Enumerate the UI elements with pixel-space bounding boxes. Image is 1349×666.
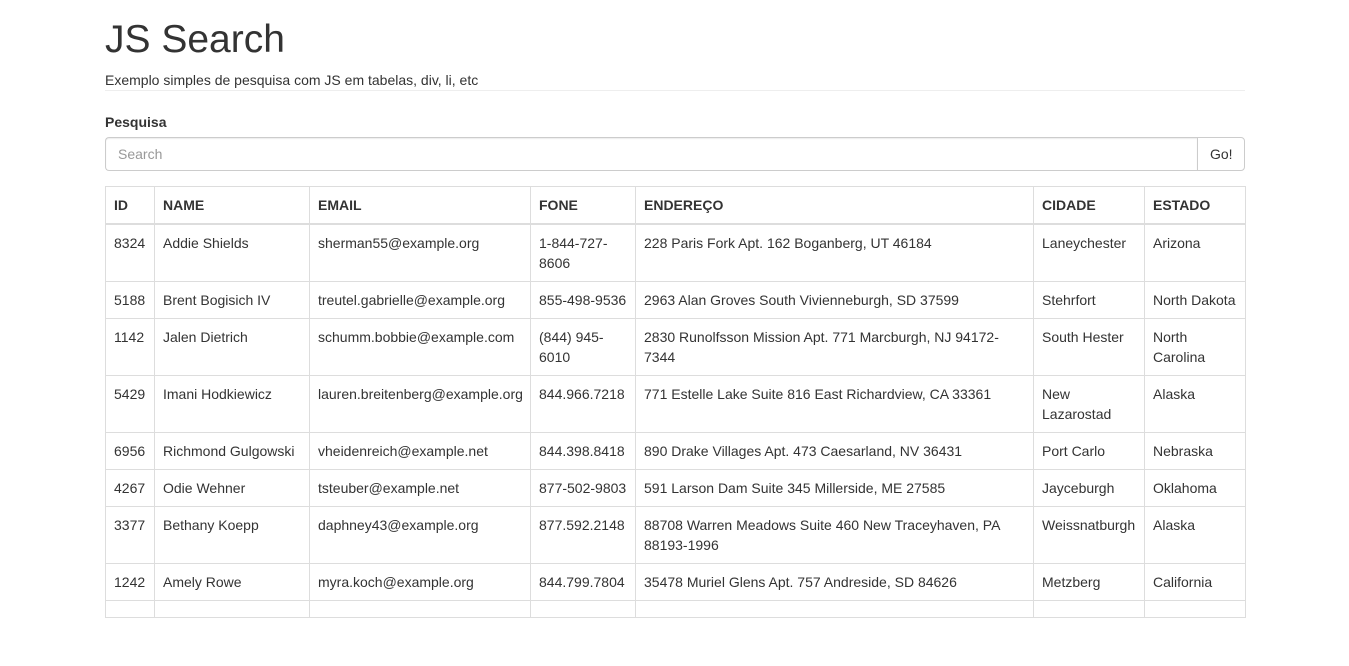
table-row: 6956 Richmond Gulgowski vheidenreich@exa…: [105, 432, 1246, 470]
cell-estado: North Carolina: [1144, 318, 1246, 376]
table-row: 8324 Addie Shields sherman55@example.org…: [105, 223, 1246, 282]
search-label: Pesquisa: [105, 114, 167, 130]
cell-id: [105, 600, 155, 618]
cell-id: 8324: [105, 223, 155, 282]
table-header-row: ID NAME EMAIL FONE ENDEREÇO CIDADE ESTAD…: [105, 186, 1246, 225]
cell-email: tsteuber@example.net: [309, 469, 531, 507]
cell-cidade: Port Carlo: [1033, 432, 1145, 470]
cell-cidade: [1033, 600, 1145, 618]
cell-endereco: 88708 Warren Meadows Suite 460 New Trace…: [635, 506, 1034, 564]
cell-endereco: 771 Estelle Lake Suite 816 East Richardv…: [635, 375, 1034, 433]
cell-fone: 1-844-727-8606: [530, 223, 636, 282]
cell-id: 1142: [105, 318, 155, 376]
cell-estado: Alaska: [1144, 375, 1246, 433]
cell-name: [154, 600, 310, 618]
cell-cidade: New Lazarostad: [1033, 375, 1145, 433]
page-title: JS Search: [105, 18, 285, 61]
cell-estado: Arizona: [1144, 223, 1246, 282]
cell-name: Imani Hodkiewicz: [154, 375, 310, 433]
cell-name: Richmond Gulgowski: [154, 432, 310, 470]
cell-id: 1242: [105, 563, 155, 601]
cell-cidade: South Hester: [1033, 318, 1145, 376]
column-header-name: NAME: [154, 186, 310, 225]
cell-id: 4267: [105, 469, 155, 507]
table-row: 4267 Odie Wehner tsteuber@example.net 87…: [105, 469, 1246, 507]
cell-name: Jalen Dietrich: [154, 318, 310, 376]
table-row: 5188 Brent Bogisich IV treutel.gabrielle…: [105, 281, 1246, 319]
cell-estado: North Dakota: [1144, 281, 1246, 319]
cell-estado: Alaska: [1144, 506, 1246, 564]
table-row: 5429 Imani Hodkiewicz lauren.breitenberg…: [105, 375, 1246, 433]
cell-endereco: 35478 Muriel Glens Apt. 757 Andreside, S…: [635, 563, 1034, 601]
table-row: 3377 Bethany Koepp daphney43@example.org…: [105, 506, 1246, 564]
cell-fone: 877-502-9803: [530, 469, 636, 507]
cell-id: 5188: [105, 281, 155, 319]
cell-estado: Oklahoma: [1144, 469, 1246, 507]
table-row: [105, 600, 1246, 618]
cell-email: [309, 600, 531, 618]
cell-email: sherman55@example.org: [309, 223, 531, 282]
cell-name: Brent Bogisich IV: [154, 281, 310, 319]
search-input[interactable]: [105, 137, 1197, 171]
cell-id: 5429: [105, 375, 155, 433]
cell-endereco: 228 Paris Fork Apt. 162 Boganberg, UT 46…: [635, 223, 1034, 282]
cell-fone: 877.592.2148: [530, 506, 636, 564]
cell-email: vheidenreich@example.net: [309, 432, 531, 470]
cell-endereco: 890 Drake Villages Apt. 473 Caesarland, …: [635, 432, 1034, 470]
cell-fone: 855-498-9536: [530, 281, 636, 319]
cell-cidade: Jayceburgh: [1033, 469, 1145, 507]
cell-cidade: Laneychester: [1033, 223, 1145, 282]
table-row: 1242 Amely Rowe myra.koch@example.org 84…: [105, 563, 1246, 601]
cell-cidade: Metzberg: [1033, 563, 1145, 601]
page-subtitle: Exemplo simples de pesquisa com JS em ta…: [105, 72, 479, 88]
column-header-id: ID: [105, 186, 155, 225]
cell-name: Amely Rowe: [154, 563, 310, 601]
cell-endereco: 2830 Runolfsson Mission Apt. 771 Marcbur…: [635, 318, 1034, 376]
cell-id: 6956: [105, 432, 155, 470]
cell-endereco: 2963 Alan Groves South Vivienneburgh, SD…: [635, 281, 1034, 319]
cell-name: Bethany Koepp: [154, 506, 310, 564]
table-row: 1142 Jalen Dietrich schumm.bobbie@exampl…: [105, 318, 1246, 376]
cell-fone: (844) 945-6010: [530, 318, 636, 376]
cell-name: Odie Wehner: [154, 469, 310, 507]
column-header-cidade: CIDADE: [1033, 186, 1145, 225]
column-header-fone: FONE: [530, 186, 636, 225]
cell-estado: California: [1144, 563, 1246, 601]
cell-endereco: [635, 600, 1034, 618]
cell-fone: 844.799.7804: [530, 563, 636, 601]
main-container: JS Search Exemplo simples de pesquisa co…: [105, 0, 1246, 618]
cell-estado: Nebraska: [1144, 432, 1246, 470]
cell-endereco: 591 Larson Dam Suite 345 Millerside, ME …: [635, 469, 1034, 507]
cell-email: lauren.breitenberg@example.org: [309, 375, 531, 433]
cell-id: 3377: [105, 506, 155, 564]
cell-name: Addie Shields: [154, 223, 310, 282]
column-header-estado: ESTADO: [1144, 186, 1246, 225]
search-group: Go!: [105, 137, 1245, 171]
cell-email: daphney43@example.org: [309, 506, 531, 564]
column-header-endereco: ENDEREÇO: [635, 186, 1034, 225]
cell-email: schumm.bobbie@example.com: [309, 318, 531, 376]
column-header-email: EMAIL: [309, 186, 531, 225]
cell-email: myra.koch@example.org: [309, 563, 531, 601]
cell-email: treutel.gabrielle@example.org: [309, 281, 531, 319]
go-button[interactable]: Go!: [1197, 137, 1245, 171]
results-table: ID NAME EMAIL FONE ENDEREÇO CIDADE ESTAD…: [105, 186, 1246, 618]
cell-cidade: Stehrfort: [1033, 281, 1145, 319]
cell-fone: 844.398.8418: [530, 432, 636, 470]
page-header: JS Search Exemplo simples de pesquisa co…: [105, 0, 1245, 91]
cell-fone: [530, 600, 636, 618]
cell-estado: [1144, 600, 1246, 618]
cell-cidade: Weissnatburgh: [1033, 506, 1145, 564]
cell-fone: 844.966.7218: [530, 375, 636, 433]
